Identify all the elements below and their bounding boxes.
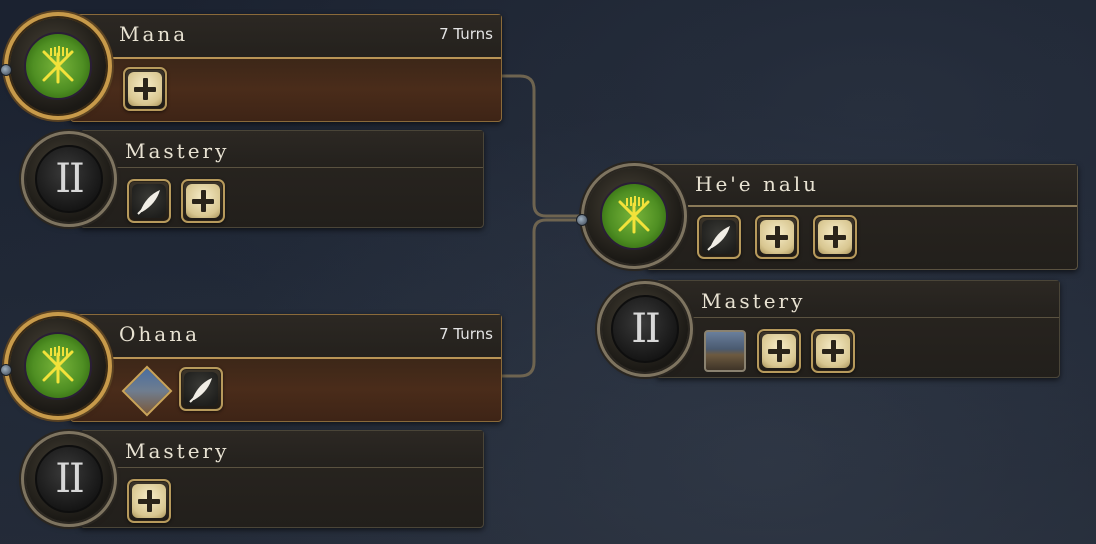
bonus-slot[interactable] [127, 179, 171, 223]
node-title: Mastery [125, 439, 230, 463]
bonus-slot[interactable] [813, 215, 857, 259]
bonus-slot[interactable] [697, 215, 741, 259]
plus-icon [760, 220, 794, 254]
mastery-medallion: II [26, 136, 112, 222]
civic-node-heenalu[interactable]: He'e nalu [576, 162, 1078, 272]
feather-icon [702, 220, 736, 254]
connector-pin [576, 214, 588, 226]
mana-card: Mana 7 Turns [70, 14, 502, 122]
mastery-level: II [611, 295, 679, 363]
feather-icon [132, 184, 166, 218]
node-title: Mastery [125, 139, 230, 163]
feather-icon [184, 372, 218, 406]
civic-node-mana-mastery[interactable]: Mastery II [20, 130, 484, 230]
heenalu-card: He'e nalu [646, 164, 1078, 270]
bonus-slot[interactable] [127, 479, 171, 523]
civic-node-mana[interactable]: Mana 7 Turns [0, 12, 502, 122]
bonus-slot[interactable] [755, 215, 799, 259]
building-icon [704, 330, 746, 372]
unit-diamond-icon [121, 365, 173, 417]
bonus-slot[interactable] [181, 179, 225, 223]
plus-icon [762, 334, 796, 368]
civic-node-heenalu-mastery[interactable]: Mastery II [596, 280, 1060, 380]
civic-node-ohana-mastery[interactable]: Mastery II [20, 430, 484, 530]
node-title: Mana [119, 22, 189, 46]
ohana-header: Ohana 7 Turns [71, 315, 501, 359]
plus-icon [132, 484, 166, 518]
mastery-medallion: II [26, 436, 112, 522]
plus-icon [128, 72, 162, 106]
node-title: Mastery [701, 289, 806, 313]
kahili-emblem-icon [600, 182, 668, 250]
plus-icon [816, 334, 850, 368]
node-title: He'e nalu [695, 172, 820, 196]
ohana-card: Ohana 7 Turns [70, 314, 502, 422]
mastery-medallion: II [602, 286, 688, 372]
connector-pin [0, 364, 12, 376]
heenalu-header: He'e nalu [647, 165, 1077, 207]
kahili-emblem-icon [24, 332, 92, 400]
bonus-slot[interactable] [179, 367, 223, 411]
connector-pin [0, 64, 12, 76]
plus-icon [186, 184, 220, 218]
civic-medallion [586, 168, 682, 264]
mastery-level: II [35, 145, 103, 213]
civic-node-ohana[interactable]: Ohana 7 Turns [0, 312, 502, 422]
building-slot[interactable] [703, 329, 747, 373]
node-title: Ohana [119, 322, 201, 346]
mastery-level: II [35, 445, 103, 513]
bonus-slot[interactable] [811, 329, 855, 373]
bonus-slot[interactable] [123, 67, 167, 111]
bonus-slot[interactable] [757, 329, 801, 373]
mastery-card: Mastery [80, 430, 484, 528]
mastery-card: Mastery [656, 280, 1060, 378]
mastery-header: Mastery [81, 431, 483, 468]
mastery-header: Mastery [657, 281, 1059, 318]
civic-medallion [10, 18, 106, 114]
kahili-emblem-icon [24, 32, 92, 100]
turns-remaining: 7 Turns [439, 325, 493, 343]
mastery-header: Mastery [81, 131, 483, 168]
unit-slot[interactable] [121, 365, 173, 417]
plus-icon [818, 220, 852, 254]
mana-header: Mana 7 Turns [71, 15, 501, 59]
mastery-card: Mastery [80, 130, 484, 228]
turns-remaining: 7 Turns [439, 25, 493, 43]
civic-medallion [10, 318, 106, 414]
